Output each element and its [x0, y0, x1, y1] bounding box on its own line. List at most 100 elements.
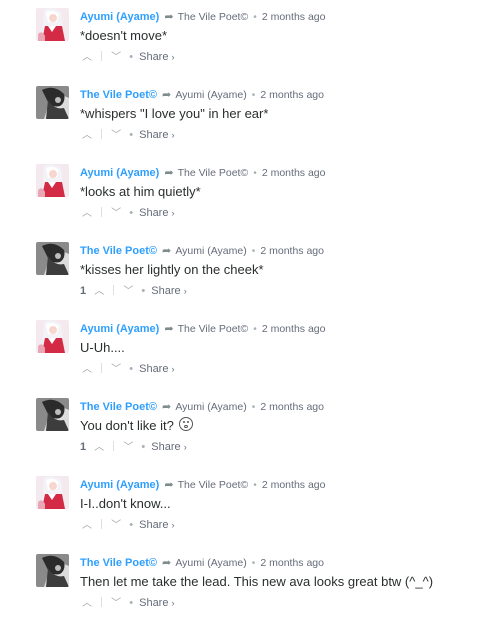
dark-avatar[interactable] [36, 86, 69, 119]
comment-footer: ︿ ﹀ • Share › [80, 128, 175, 143]
upvote-icon[interactable]: ︿ [80, 597, 94, 611]
dark-avatar[interactable] [36, 398, 69, 431]
reply-arrow-icon: ➦ [164, 479, 174, 491]
downvote-icon[interactable]: ﹀ [109, 207, 123, 221]
vote-divider [101, 363, 103, 373]
author-name[interactable]: Ayumi (Ayame) [80, 323, 159, 335]
anime-avatar[interactable] [36, 476, 69, 509]
share-button[interactable]: Share [139, 519, 168, 531]
author-name[interactable]: The Vile Poet© [80, 89, 157, 101]
author-name[interactable]: Ayumi (Ayame) [80, 167, 159, 179]
comment-header: Ayumi (Ayame) ➦ The Vile Poet© • 2 month… [80, 322, 325, 337]
comment: The Vile Poet© ➦ Ayumi (Ayame) • 2 month… [0, 398, 482, 468]
downvote-icon[interactable]: ﹀ [121, 285, 135, 299]
upvote-icon[interactable]: ︿ [80, 207, 94, 221]
share-chevron-icon: › [171, 598, 175, 608]
anime-avatar[interactable] [36, 8, 69, 41]
timestamp-link[interactable]: 2 months ago [260, 89, 324, 101]
share-chevron-icon: › [171, 364, 175, 374]
downvote-icon[interactable]: ﹀ [121, 441, 135, 455]
timestamp-link[interactable]: 2 months ago [262, 11, 326, 23]
parent-author-link[interactable]: The Vile Poet© [178, 479, 249, 491]
parent-author-link[interactable]: Ayumi (Ayame) [175, 245, 246, 257]
comment-text: *looks at him quietly* [80, 183, 201, 200]
timestamp-link[interactable]: 2 months ago [262, 323, 326, 335]
dark-avatar[interactable] [36, 242, 69, 275]
author-name[interactable]: The Vile Poet© [80, 401, 157, 413]
upvote-icon[interactable]: ︿ [80, 519, 94, 533]
comment-text-content: U-Uh.... [80, 340, 125, 355]
anime-avatar[interactable] [36, 320, 69, 353]
downvote-icon[interactable]: ﹀ [109, 51, 123, 65]
parent-author-link[interactable]: Ayumi (Ayame) [175, 557, 246, 569]
separator-dot: • [251, 402, 256, 413]
parent-author-link[interactable]: Ayumi (Ayame) [175, 401, 246, 413]
downvote-icon[interactable]: ﹀ [109, 597, 123, 611]
comment-footer: ︿ ﹀ • Share › [80, 206, 175, 221]
vote-divider [101, 597, 103, 607]
share-button[interactable]: Share [139, 363, 168, 375]
parent-author-link[interactable]: The Vile Poet© [178, 167, 249, 179]
comment-text-content: *kisses her lightly on the cheek* [80, 262, 264, 277]
comment-text-content: Then let me take the lead. This new ava … [80, 574, 434, 589]
timestamp-link[interactable]: 2 months ago [262, 479, 326, 491]
comment-footer: 1 ︿ ﹀ • Share › [80, 440, 187, 455]
upvote-icon[interactable]: ︿ [80, 363, 94, 377]
comment-text: You don't like it? [80, 417, 194, 434]
author-name[interactable]: The Vile Poet© [80, 245, 157, 257]
parent-author-link[interactable]: The Vile Poet© [178, 323, 249, 335]
dark-avatar[interactable] [36, 554, 69, 587]
share-chevron-icon: › [171, 520, 175, 530]
share-button[interactable]: Share [139, 207, 168, 219]
parent-author-link[interactable]: Ayumi (Ayame) [175, 89, 246, 101]
comment-text: U-Uh.... [80, 339, 125, 356]
separator-dot: • [251, 90, 256, 101]
comment: The Vile Poet© ➦ Ayumi (Ayame) • 2 month… [0, 242, 482, 312]
separator-dot: • [253, 324, 257, 335]
comment-footer: ︿ ﹀ • Share › [80, 518, 175, 533]
comment-footer: ︿ ﹀ • Share › [80, 362, 175, 377]
upvote-icon[interactable]: ︿ [80, 51, 94, 65]
timestamp-link[interactable]: 2 months ago [260, 557, 324, 569]
downvote-icon[interactable]: ﹀ [109, 519, 123, 533]
frown-emoji-icon [179, 417, 194, 431]
separator-dot: • [129, 129, 134, 141]
timestamp-link[interactable]: 2 months ago [262, 167, 326, 179]
separator-dot: • [141, 441, 146, 453]
share-button[interactable]: Share [139, 51, 168, 63]
reply-arrow-icon: ➦ [162, 401, 172, 413]
upvote-icon[interactable]: ︿ [92, 441, 106, 455]
author-name[interactable]: The Vile Poet© [80, 557, 157, 569]
comment-text: I-I..don't know... [80, 495, 171, 512]
comment-text-content: I-I..don't know... [80, 496, 171, 511]
comment-footer: ︿ ﹀ • Share › [80, 50, 175, 65]
anime-avatar[interactable] [36, 164, 69, 197]
comment-footer: ︿ ﹀ • Share › [80, 596, 175, 611]
timestamp-link[interactable]: 2 months ago [260, 401, 324, 413]
share-button[interactable]: Share [139, 597, 168, 609]
vote-divider [113, 285, 115, 295]
separator-dot: • [251, 246, 256, 257]
upvote-icon[interactable]: ︿ [80, 129, 94, 143]
timestamp-link[interactable]: 2 months ago [260, 245, 324, 257]
comment-text: *kisses her lightly on the cheek* [80, 261, 264, 278]
comment: The Vile Poet© ➦ Ayumi (Ayame) • 2 month… [0, 86, 482, 156]
downvote-icon[interactable]: ﹀ [109, 129, 123, 143]
share-button[interactable]: Share [151, 285, 180, 297]
downvote-icon[interactable]: ﹀ [109, 363, 123, 377]
vote-divider [101, 129, 103, 139]
share-button[interactable]: Share [139, 129, 168, 141]
author-name[interactable]: Ayumi (Ayame) [80, 11, 159, 23]
comment-text: *doesn't move* [80, 27, 167, 44]
separator-dot: • [253, 480, 257, 491]
author-name[interactable]: Ayumi (Ayame) [80, 479, 159, 491]
comment: Ayumi (Ayame) ➦ The Vile Poet© • 2 month… [0, 320, 482, 390]
reply-arrow-icon: ➦ [164, 11, 174, 23]
upvote-icon[interactable]: ︿ [92, 285, 106, 299]
comment-text-content: *doesn't move* [80, 28, 168, 43]
parent-author-link[interactable]: The Vile Poet© [178, 11, 249, 23]
separator-dot: • [129, 519, 134, 531]
reply-arrow-icon: ➦ [162, 89, 172, 101]
comment-header: The Vile Poet© ➦ Ayumi (Ayame) • 2 month… [80, 400, 324, 415]
share-button[interactable]: Share [151, 441, 180, 453]
